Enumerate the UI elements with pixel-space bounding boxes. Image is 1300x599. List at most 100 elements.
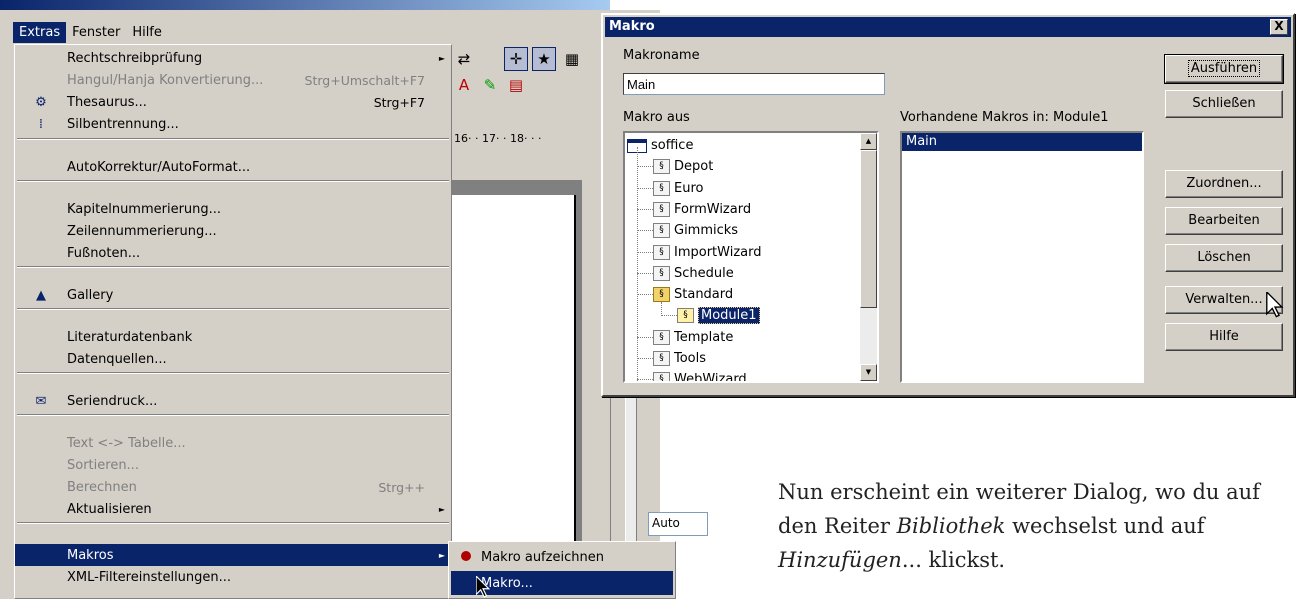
open-library-icon: § — [653, 287, 670, 303]
menu-help[interactable]: Hilfe — [126, 22, 168, 43]
scroll-up-icon[interactable]: ▲ — [860, 133, 877, 150]
caption-part: wechselst und auf — [1005, 514, 1205, 538]
menu-item-text-tabelle[interactable]: Text <-> Tabelle... — [15, 432, 451, 454]
menu-item-kapitelnummerierung[interactable]: Kapitelnummerierung... — [15, 198, 451, 220]
tree-node-depot[interactable]: § Depot — [653, 156, 713, 177]
menu-item-silbentrennung[interactable]: ⁞ Silbentrennung... — [15, 113, 451, 135]
font-color-icon[interactable]: A — [452, 73, 476, 97]
help-button[interactable]: Hilfe — [1165, 323, 1283, 351]
menu-item-label: AutoKorrektur/AutoFormat... — [67, 159, 251, 175]
toolbar-button[interactable]: ⇄ — [452, 47, 476, 71]
menu-separator — [17, 266, 449, 268]
mouse-pointer-icon — [476, 576, 490, 598]
menu-item-label: Sortieren... — [67, 457, 139, 473]
tree-node-label: FormWizard — [674, 201, 752, 217]
close-button[interactable]: Schließen — [1165, 90, 1283, 118]
menu-item-zeilennummerierung[interactable]: Zeilennummerierung... — [15, 220, 451, 242]
menu-item-hangul-hanja-konvertierung[interactable]: Hangul/Hanja Konvertierung... Strg+Umscha… — [15, 69, 451, 91]
macro-name-input[interactable] — [623, 73, 885, 95]
menu-item-thesaurus[interactable]: ⚙ Thesaurus... Strg+F7 — [15, 91, 451, 113]
menu-item-makros[interactable]: Makros ► — [15, 544, 451, 566]
library-icon: § — [653, 180, 670, 196]
caption-text: Nun erscheint ein weiterer Dialog, wo du… — [778, 475, 1278, 577]
assign-button[interactable]: Zuordnen... — [1165, 170, 1283, 198]
tree-line — [637, 379, 653, 381]
menu-item-datenquellen[interactable]: Datenquellen... — [15, 348, 451, 370]
tree-node-template[interactable]: § Template — [653, 327, 733, 348]
library-icon: § — [653, 329, 670, 345]
edit-button[interactable]: Bearbeiten — [1165, 207, 1283, 235]
tree-node-label: Standard — [674, 287, 734, 303]
tree-node-module1[interactable]: § Module1 — [677, 305, 760, 326]
menu-item-gallery[interactable]: ▲ Gallery — [15, 284, 451, 306]
scroll-thumb[interactable] — [860, 150, 877, 308]
menu-item-label: Text <-> Tabelle... — [67, 435, 186, 451]
menu-item-rechtschreibprüfung[interactable]: Rechtschreibprüfung ► — [15, 47, 451, 69]
tree-node-euro[interactable]: § Euro — [653, 178, 703, 199]
submenu-item-makro-aufzeichnen[interactable]: Makro aufzeichnen — [451, 545, 673, 569]
tree-scrollbar[interactable]: ▲ ▼ — [860, 133, 877, 381]
menu-item-label: Kapitelnummerierung... — [67, 201, 222, 217]
mouse-pointer-icon — [1266, 292, 1284, 318]
existing-macros-list[interactable]: Main — [900, 131, 1144, 383]
tree-node-standard[interactable]: § Standard — [653, 284, 733, 305]
record-icon — [451, 550, 481, 565]
menu-item-label: Makros — [67, 547, 114, 563]
submenu-arrow-icon: ► — [438, 504, 446, 514]
paragraph-bg-icon[interactable]: ▤ — [504, 73, 528, 97]
tree-line — [637, 166, 653, 168]
macro-list-item[interactable]: Main — [902, 133, 1142, 151]
tree-node-webwizard[interactable]: § WebWizard — [653, 369, 747, 383]
close-icon[interactable]: X — [1270, 19, 1288, 35]
macro-library-tree[interactable]: soffice § Depot § Euro § FormWizard § Gimmicks § I… — [623, 131, 879, 383]
tree-line — [637, 230, 653, 232]
document-page[interactable] — [452, 195, 576, 580]
tree-line — [637, 294, 653, 296]
menu-item-xml-filtereinstellungen[interactable]: XML-Filtereinstellungen... — [15, 566, 451, 588]
menu-item-berechnen[interactable]: Berechnen Strg++ — [15, 476, 451, 498]
gallery-toolbar-icon[interactable]: ▦ — [560, 47, 584, 71]
menu-item-seriendruck[interactable]: ✉ Seriendruck... — [15, 390, 451, 412]
tree-node-label: soffice — [651, 138, 694, 153]
mail-merge-icon: ✉ — [35, 393, 47, 409]
menu-window[interactable]: Fenster — [66, 22, 126, 43]
menu-item-label: Datenquellen... — [67, 351, 167, 367]
tree-node-formwizard[interactable]: § FormWizard — [653, 199, 751, 220]
menu-item-shortcut: Strg+Umschalt+F7 — [304, 72, 425, 88]
menu-item-fußnoten[interactable]: Fußnoten... — [15, 242, 451, 264]
menu-item-sortieren[interactable]: Sortieren... — [15, 454, 451, 476]
library-icon: § — [653, 265, 670, 281]
navigator-icon[interactable]: ★ — [532, 47, 556, 71]
caption-part: ... klickst. — [901, 548, 1006, 572]
tree-node-label: WebWizard — [674, 372, 747, 383]
module-icon: § — [677, 308, 694, 324]
caption-emphasis: Hinzufügen — [778, 548, 902, 572]
gallery-icon: ▲ — [36, 287, 46, 303]
highlight-icon[interactable]: ✎ — [478, 73, 502, 97]
menu-item-literaturdatenbank[interactable]: Literaturdatenbank — [15, 326, 451, 348]
tree-line — [661, 302, 662, 317]
menu-item-label: Thesaurus... — [67, 94, 147, 110]
tree-node-schedule[interactable]: § Schedule — [653, 263, 734, 284]
menu-item-autokorrektur-autoformat[interactable]: AutoKorrektur/AutoFormat... — [15, 156, 451, 178]
menu-item-aktualisieren[interactable]: Aktualisieren ► — [15, 498, 451, 520]
font-size-combo[interactable]: Auto — [648, 512, 708, 536]
toolbar: ⇄ ✛ ★ ▦ A ✎ ▤ — [452, 47, 610, 107]
tree-node-label: Depot — [674, 159, 714, 175]
tree-node-importwizard[interactable]: § ImportWizard — [653, 242, 761, 263]
tree-node-label: Module1 — [698, 307, 760, 325]
tree-node-label: Template — [674, 329, 734, 345]
menu-item-label: Gallery — [67, 287, 114, 303]
hyphenation-icon: ⁞ — [38, 116, 44, 132]
scroll-down-icon[interactable]: ▼ — [860, 364, 877, 381]
tree-line — [637, 358, 653, 359]
delete-button[interactable]: Löschen — [1165, 244, 1283, 272]
crosshair-icon[interactable]: ✛ — [504, 47, 528, 71]
menu-extras[interactable]: Extras — [13, 21, 67, 43]
tree-node-gimmicks[interactable]: § Gimmicks — [653, 220, 738, 241]
menu-separator — [17, 372, 449, 374]
caption-emphasis: Bibliothek — [896, 514, 1006, 538]
tree-node-tools[interactable]: § Tools — [653, 348, 706, 369]
run-button[interactable]: Ausführen — [1164, 54, 1284, 84]
tree-line — [637, 147, 638, 381]
